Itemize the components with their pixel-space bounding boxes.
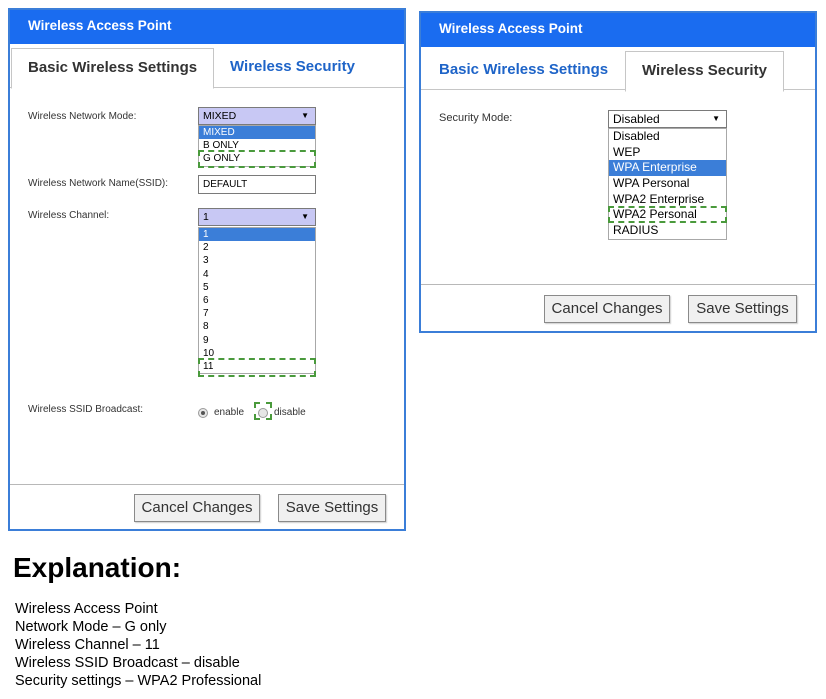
channel-option[interactable]: 6 <box>199 294 315 307</box>
security-mode-option[interactable]: WPA Enterprise <box>609 160 726 177</box>
channel-label: Wireless Channel: <box>28 210 110 221</box>
save-settings-button[interactable]: Save Settings <box>278 494 386 522</box>
channel-listbox: 1 2 3 4 5 6 7 8 9 10 11 <box>198 227 316 375</box>
network-mode-value: MIXED <box>203 110 237 122</box>
network-mode-option[interactable]: MIXED <box>199 126 315 140</box>
channel-option[interactable]: 2 <box>199 241 315 254</box>
explanation-line: Wireless Access Point <box>15 601 158 617</box>
network-mode-option[interactable]: B ONLY <box>199 139 315 152</box>
ssid-label: Wireless Network Name(SSID): <box>28 178 169 189</box>
network-mode-select[interactable]: MIXED ▼ <box>198 107 316 125</box>
tab-basic-wireless-settings[interactable]: Basic Wireless Settings <box>11 48 215 89</box>
security-mode-value: Disabled <box>613 112 660 126</box>
enable-radio-label: enable <box>214 407 245 418</box>
explanation-line: Wireless Channel – 11 <box>15 637 160 653</box>
save-settings-button[interactable]: Save Settings <box>688 295 797 323</box>
security-mode-option[interactable]: Disabled <box>609 129 726 145</box>
cancel-changes-button[interactable]: Cancel Changes <box>134 494 260 522</box>
disable-radio[interactable] <box>258 408 268 418</box>
enable-radio[interactable] <box>198 408 208 418</box>
channel-option[interactable]: 4 <box>199 268 315 281</box>
channel-option[interactable]: 9 <box>199 334 315 347</box>
network-mode-label: Wireless Network Mode: <box>28 111 137 122</box>
explanation-line: Security settings – WPA2 Professional <box>15 673 262 689</box>
security-mode-select[interactable]: Disabled ▼ <box>608 110 727 128</box>
footer-divider <box>421 284 815 285</box>
tab-wireless-security[interactable]: Wireless Security <box>214 48 371 89</box>
security-mode-option[interactable]: WEP <box>609 145 726 161</box>
channel-option[interactable]: 11 <box>199 360 315 373</box>
security-mode-option[interactable]: RADIUS <box>609 223 726 239</box>
channel-option[interactable]: 1 <box>199 228 315 242</box>
explanation-line: Network Mode – G only <box>15 619 167 635</box>
channel-value: 1 <box>203 211 209 223</box>
explanation-line: Wireless SSID Broadcast – disable <box>15 655 240 671</box>
network-mode-option[interactable]: G ONLY <box>199 152 315 165</box>
cancel-changes-button[interactable]: Cancel Changes <box>544 295 670 323</box>
left-panel-window: Wireless Access Point Basic Wireless Set… <box>8 8 406 531</box>
right-panel-window: Wireless Access Point Basic Wireless Set… <box>419 11 817 333</box>
channel-option[interactable]: 8 <box>199 320 315 333</box>
tab-basic-wireless-settings[interactable]: Basic Wireless Settings <box>423 51 624 92</box>
channel-option[interactable]: 7 <box>199 307 315 320</box>
panel-title: Wireless Access Point <box>10 10 404 44</box>
channel-option[interactable]: 10 <box>199 347 315 360</box>
explanation-heading: Explanation: <box>13 552 182 583</box>
ssid-broadcast-label: Wireless SSID Broadcast: <box>28 404 144 415</box>
explanation-text: Wireless Access Point Network Mode – G o… <box>15 600 261 690</box>
tab-wireless-security[interactable]: Wireless Security <box>625 51 784 92</box>
security-mode-option[interactable]: WPA2 Personal <box>609 207 726 223</box>
channel-select[interactable]: 1 ▼ <box>198 208 316 226</box>
panel-title: Wireless Access Point <box>421 13 815 47</box>
security-mode-listbox: Disabled WEP WPA Enterprise WPA Personal… <box>608 128 727 240</box>
security-mode-label: Security Mode: <box>439 112 513 124</box>
channel-option[interactable]: 3 <box>199 254 315 267</box>
tab-bar: Basic Wireless Settings Wireless Securit… <box>421 47 815 92</box>
channel-option[interactable]: 5 <box>199 281 315 294</box>
ssid-input[interactable]: DEFAULT <box>198 175 316 194</box>
tab-bar: Basic Wireless Settings Wireless Securit… <box>10 44 404 89</box>
security-mode-option[interactable]: WPA Personal <box>609 176 726 192</box>
footer-divider <box>10 484 404 485</box>
disable-radio-label: disable <box>274 407 306 418</box>
security-mode-option[interactable]: WPA2 Enterprise <box>609 192 726 208</box>
network-mode-listbox: MIXED B ONLY G ONLY <box>198 125 316 167</box>
dropdown-arrow-icon: ▼ <box>712 114 720 123</box>
dropdown-arrow-icon: ▼ <box>301 212 309 221</box>
dropdown-arrow-icon: ▼ <box>301 111 309 120</box>
